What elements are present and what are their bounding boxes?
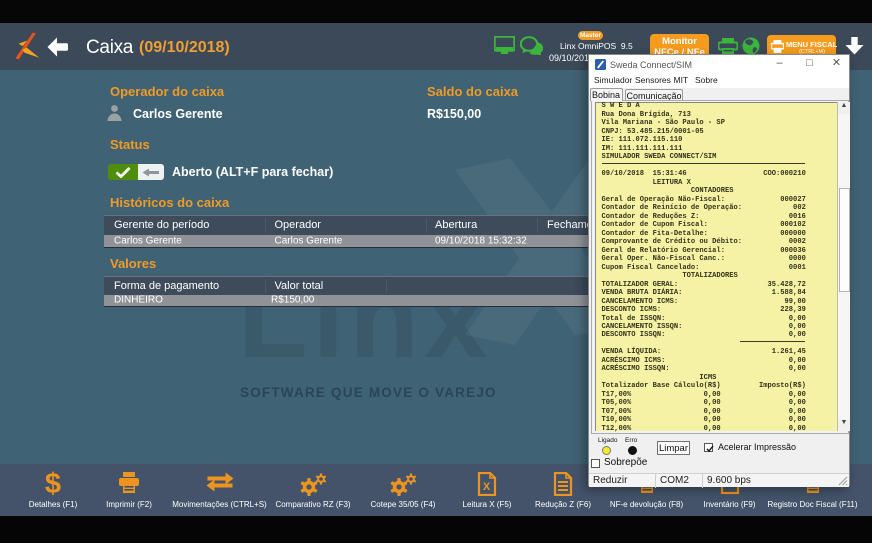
svg-text:X: X: [483, 481, 491, 493]
